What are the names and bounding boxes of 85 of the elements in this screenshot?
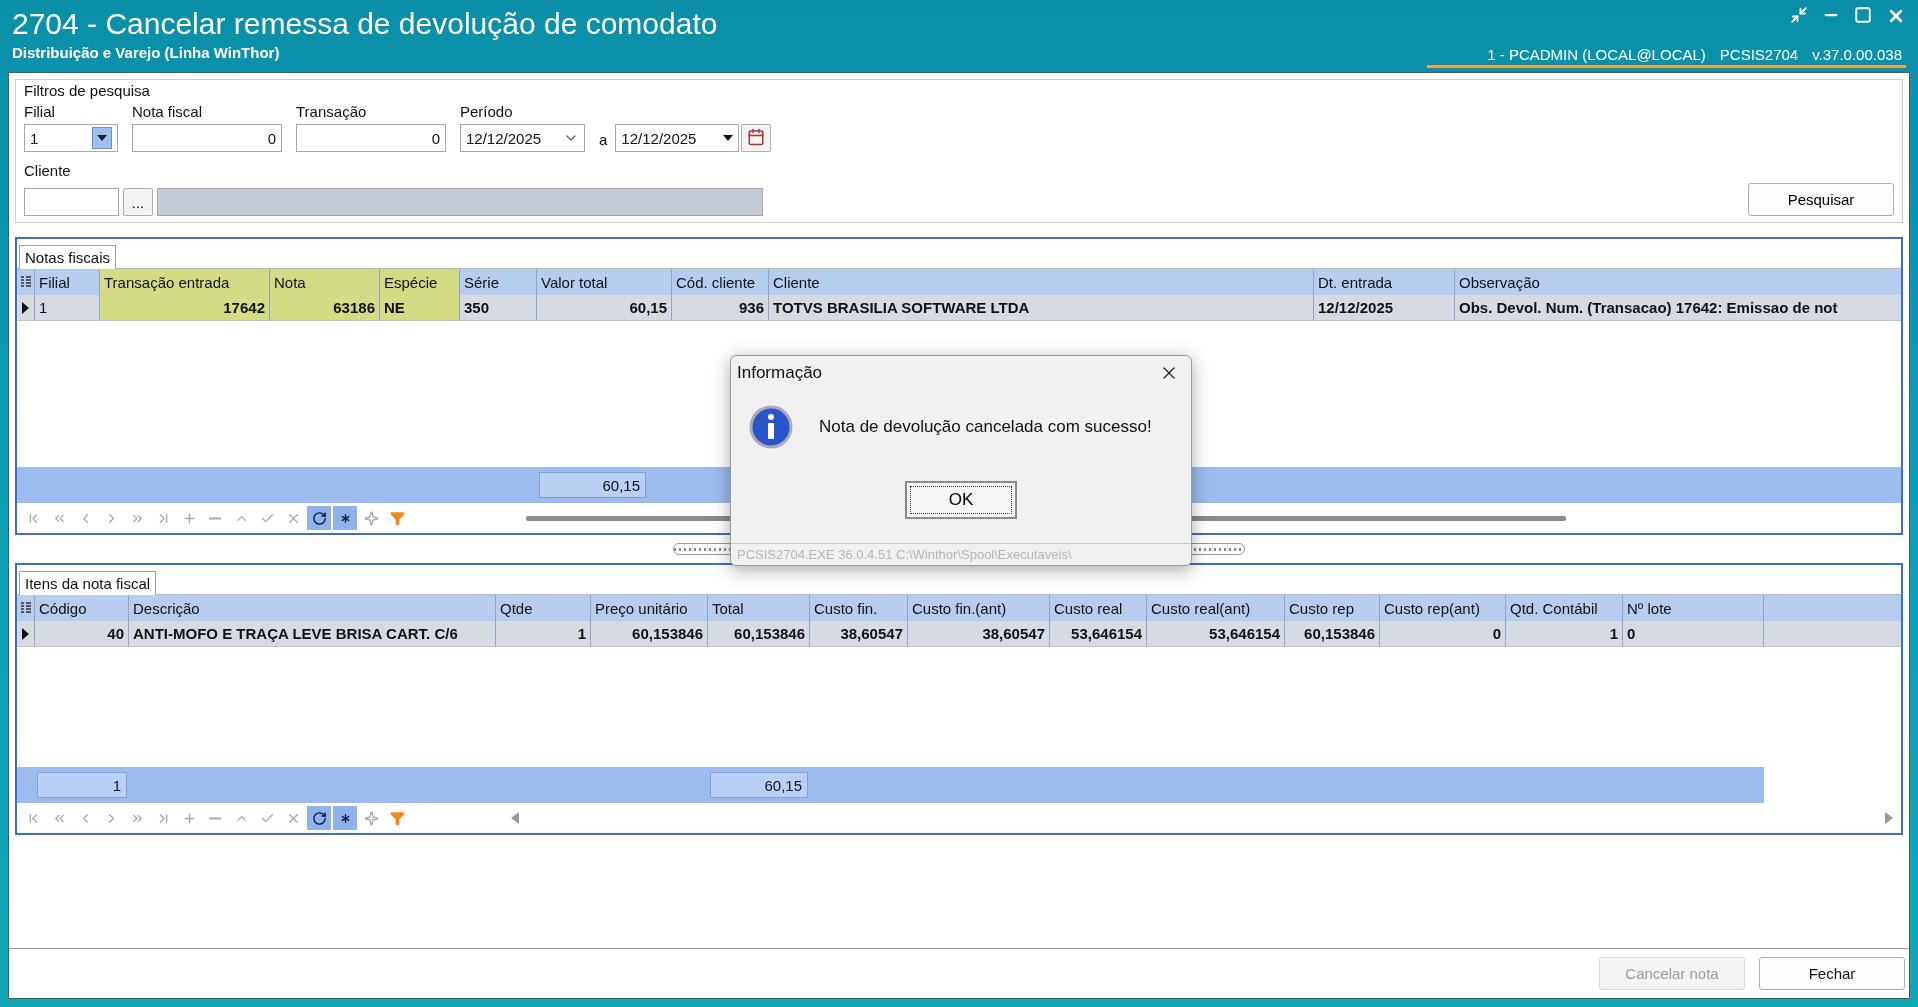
table-cell: 53,646154 [1050,621,1147,646]
table-cell: 60,15 [537,295,672,320]
range-separator: a [599,131,608,148]
refresh-icon [311,810,327,826]
field-label: Período [460,103,514,120]
calendar-icon [747,127,766,146]
table-cell: 38,60547 [810,621,908,646]
table-cell: 63186 [270,295,380,320]
table-cell: 40 [35,621,129,646]
filter-icon [389,810,405,826]
program-version: v.37.0.00.038 [1812,46,1902,63]
table-cell: NE [380,295,460,320]
dropdown-icon [97,135,107,141]
grid-row[interactable]: 40 ANTI-MOFO E TRAÇA LEVE BRISA CART. C/6 1 60,153846 60,153846 38,60547 38,60547 53,646154 53,646154 60,153846 0 1 0 [17,621,1901,647]
table-cell: 60,153846 [591,621,708,646]
delete-icon [209,516,221,520]
group-title: Filtros de pesquisa [24,82,151,99]
panel-tab[interactable]: Itens da nota fiscal [19,571,157,595]
ok-button[interactable]: OK [905,481,1017,519]
dialog-title: Informação [737,362,823,383]
invoice-field[interactable]: 0 [132,124,282,152]
window-subtitle: Distribuição e Varejo (Linha WinThor) [12,44,281,61]
column-header[interactable]: Espécie [380,269,460,295]
refresh-button[interactable] [307,506,331,530]
panel-tab[interactable]: Notas fiscais [19,245,117,269]
session-user: 1 - PCADMIN (LOCAL@LOCAL) [1487,46,1706,63]
field-label: Filial [24,103,56,120]
table-cell: 53,646154 [1147,621,1285,646]
sparkle-icon [363,510,379,526]
table-cell: ANTI-MOFO E TRAÇA LEVE BRISA CART. C/6 [129,621,496,646]
table-cell: 12/12/2025 [1314,295,1455,320]
filter-icon [389,510,405,526]
info-icon [749,405,793,449]
columns-icon[interactable] [20,602,31,614]
asterisk-button[interactable] [333,506,357,530]
total-cell: 60,15 [710,772,808,798]
calendar-button[interactable] [741,124,772,152]
client-name-field[interactable] [157,188,763,216]
current-row-icon [22,301,29,314]
table-cell: 60,153846 [1285,621,1380,646]
table-cell: 1 [496,621,591,646]
program-name: PCSIS2704 [1719,46,1799,63]
field-label: Transação [296,103,368,120]
field-label: Nota fiscal [132,103,204,120]
table-cell: 936 [672,295,769,320]
sparkle-icon [363,810,379,826]
table-cell: 60,153846 [708,621,810,646]
dropdown-icon [723,135,734,141]
search-button[interactable]: Pesquisar [1748,183,1894,216]
scroll-left-icon[interactable] [511,812,519,824]
transaction-field[interactable]: 0 [296,124,446,152]
total-cell: 1 [37,772,127,798]
table-cell: 1 [1506,621,1623,646]
dialog-message: Nota de devolução cancelada com sucesso! [819,417,1152,437]
footer-button[interactable]: Fechar [1759,957,1905,990]
lookup-button[interactable]: ... [123,188,153,216]
table-cell: 17642 [100,295,270,320]
date-from-field[interactable]: 12/12/2025 [460,124,585,152]
window-title: 2704 - Cancelar remessa de devolução de comodato [12,6,718,42]
total-cell: 60,15 [539,472,646,498]
restore-icon[interactable] [1790,6,1808,24]
branch-select[interactable]: 1 [24,124,118,152]
client-code-field[interactable] [24,188,119,216]
column-header[interactable]: Nota [270,269,380,295]
scroll-right-icon[interactable] [1885,812,1893,824]
field-label: Cliente [24,162,72,179]
asterisk-button[interactable] [333,806,357,830]
insert-icon [181,810,197,826]
delete-icon [209,816,221,820]
refresh-icon [311,510,327,526]
current-row-icon [22,627,29,640]
table-cell: 350 [460,295,537,320]
column-header[interactable]: Transação entrada [100,269,270,295]
table-cell: TOTVS BRASILIA SOFTWARE LTDA [769,295,1314,320]
refresh-button[interactable] [307,806,331,830]
maximize-icon[interactable] [1854,6,1872,24]
dialog-status: PCSIS2704.EXE 36.0.4.51 C:\Winthor\Spool\Executaveis\ [737,547,1072,562]
table-cell: 0 [1623,621,1764,646]
table-cell: 38,60547 [908,621,1050,646]
insert-icon [181,510,197,526]
grid-row[interactable]: 1 17642 63186 NE 350 60,15 936 TOTVS BRASILIA SOFTWARE LTDA 12/12/2025 Obs. Devol. Num. (Transacao) 17642: Emissao de not [17,295,1901,321]
table-cell: Obs. Devol. Num. (Transacao) 17642: Emissao de not [1455,295,1901,320]
date-to-field[interactable]: 12/12/2025 [615,124,740,152]
columns-icon[interactable] [20,276,31,288]
table-cell: 0 [1380,621,1506,646]
